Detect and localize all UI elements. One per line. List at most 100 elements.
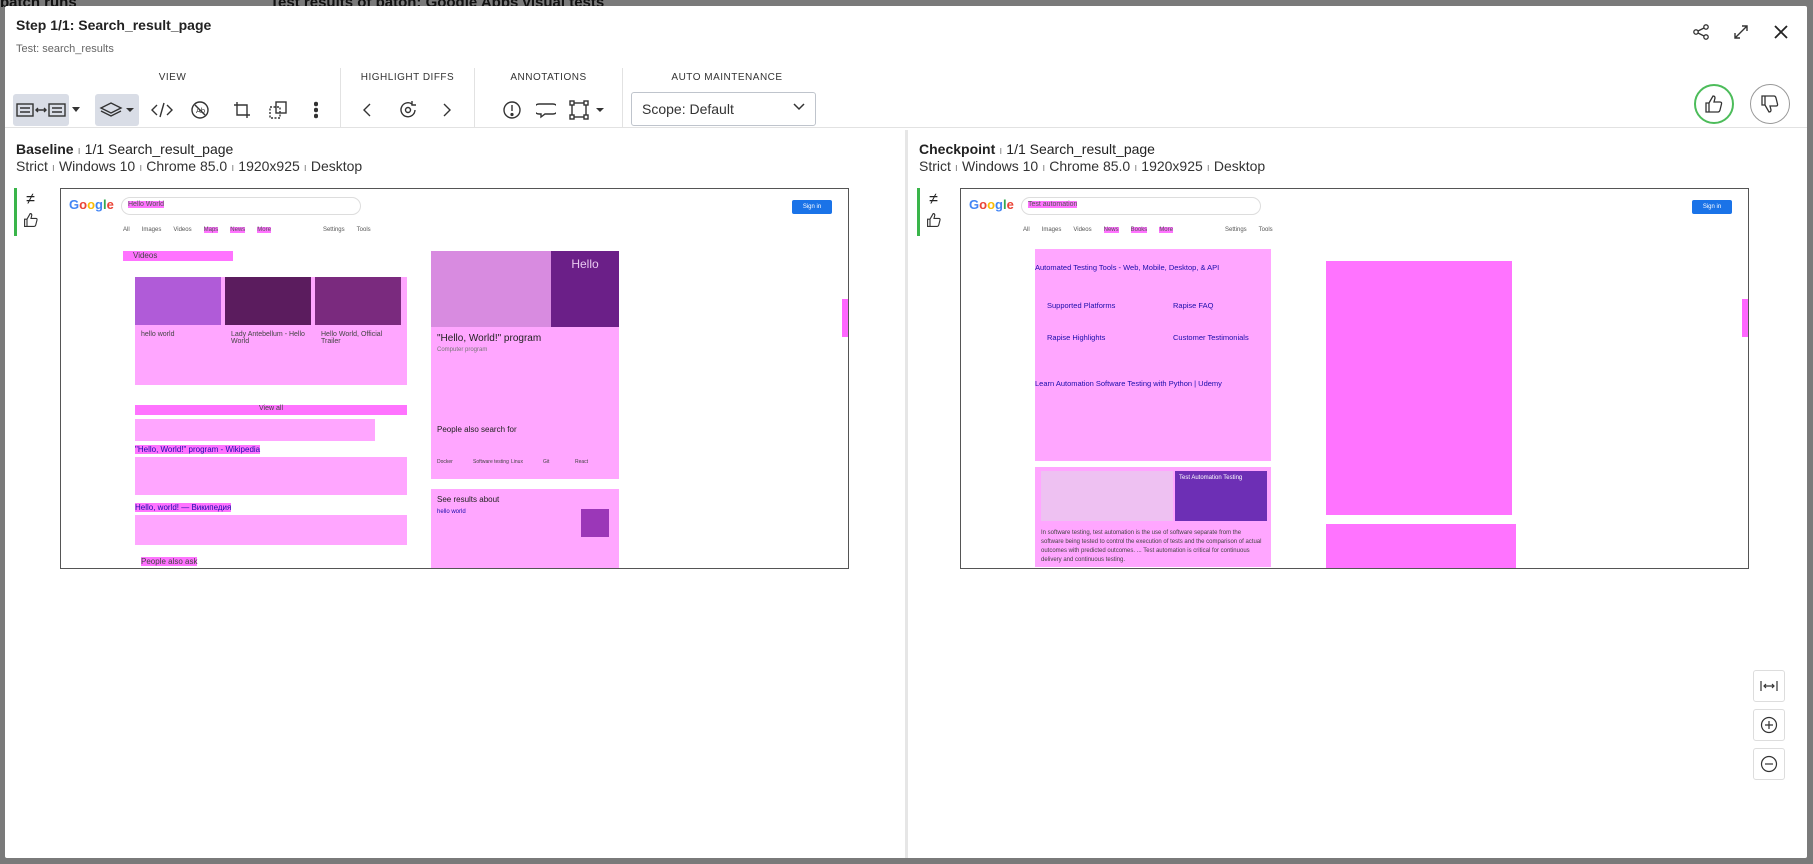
step-modal: Step 1/1: Search_result_page Test: searc…: [5, 6, 1807, 858]
ppl-docker: Docker: [437, 459, 453, 465]
baseline-pane: Baseline ı 1/1 Search_result_page Strict ı W…: [5, 130, 904, 858]
code-icon[interactable]: [147, 94, 177, 126]
sitelink-customer-testimonials: Customer Testimonials: [1173, 333, 1249, 342]
tab-more: More: [257, 227, 271, 233]
layers-button[interactable]: [95, 94, 139, 126]
ppl-git: Git: [543, 459, 550, 465]
compare-regions-icon[interactable]: [263, 94, 293, 126]
wiki-result-title: "Hello, World!" program - Wikipedia: [135, 445, 261, 454]
thumbs-down-icon: [1761, 95, 1779, 113]
tab-all: All: [1023, 227, 1030, 233]
header-actions: [1689, 20, 1793, 44]
screenshot-scrollbar[interactable]: [1742, 299, 1748, 337]
fit-width-button[interactable]: [1753, 670, 1785, 702]
side-by-side-button[interactable]: [13, 94, 69, 126]
checkpoint-step: 1/1 Search_result_page: [1006, 141, 1155, 157]
thumbs-up-icon[interactable]: [17, 212, 44, 236]
checkpoint-viewport: 1920x925: [1141, 158, 1203, 174]
video-thumb: [315, 277, 401, 325]
crop-icon[interactable]: [227, 94, 257, 126]
baseline-match: Strict: [16, 158, 48, 174]
remark-icon[interactable]: [533, 94, 559, 126]
not-equal-icon[interactable]: ≠: [17, 188, 44, 212]
annotations-label: ANNOTATIONS: [510, 72, 587, 83]
view-mode-chevron-icon[interactable]: [69, 94, 83, 126]
checkpoint-title-line: Checkpoint ı 1/1 Search_result_page: [919, 141, 1155, 157]
baseline-device: Desktop: [310, 158, 363, 174]
view-all-link: View all: [135, 405, 407, 415]
ru-snippet-diff: [135, 515, 407, 545]
checkpoint-screenshot[interactable]: Google Test automation Sign in All Image…: [960, 188, 1749, 569]
panel-image: [431, 251, 551, 327]
annotations-group: ANNOTATIONS: [475, 68, 623, 128]
scope-select[interactable]: Scope: Default: [631, 92, 816, 126]
scope-value: Scope: Default: [642, 101, 734, 117]
tab-images: Images: [141, 227, 162, 233]
diff-region: [135, 419, 375, 441]
expand-icon[interactable]: [1729, 20, 1753, 44]
checkpoint-match: Strict: [919, 158, 951, 174]
step-title: Step 1/1: Search_result_page: [16, 17, 212, 33]
accept-button[interactable]: [1694, 84, 1734, 124]
google-logo: Google: [69, 197, 114, 212]
screenshot-scrollbar[interactable]: [842, 299, 848, 337]
thumbs-up-icon: [1705, 95, 1723, 113]
zoom-in-icon: [1760, 716, 1778, 734]
baseline-label: Baseline: [16, 141, 74, 157]
tab-news: News: [1103, 227, 1119, 233]
share-icon[interactable]: [1689, 20, 1713, 44]
google-logo: Google: [969, 197, 1014, 212]
wiki-snippet-diff: [135, 457, 407, 495]
tab-more: More: [1159, 227, 1173, 233]
more-options-icon[interactable]: [301, 94, 331, 126]
next-diff-icon[interactable]: [435, 94, 459, 126]
not-equal-icon[interactable]: ≠: [920, 188, 947, 212]
search-query: Test automation: [1028, 201, 1078, 208]
video-thumb: [225, 277, 311, 325]
search-query: Hello World: [128, 201, 165, 208]
auto-maintenance-label: AUTO MAINTENANCE: [671, 72, 783, 83]
accessibility-icon[interactable]: Ab: [185, 94, 215, 126]
see-results-about: See results about: [437, 495, 500, 504]
checkpoint-diff-toolbar: ≠: [917, 188, 947, 236]
search-box: Test automation: [1021, 197, 1261, 215]
knowledge-panel-diff: Hello "Hello, World!" program Computer p…: [431, 251, 619, 479]
baseline-screenshot[interactable]: Google Hello World Sign in All Images Vi…: [60, 188, 849, 569]
tab-books: Books: [1130, 227, 1148, 233]
tab-settings: Settings: [1224, 227, 1247, 233]
checkpoint-browser: Chrome 85.0: [1049, 158, 1131, 174]
thumbs-up-icon[interactable]: [920, 212, 947, 236]
people-also-ask: People also ask: [141, 557, 198, 566]
sign-in-button: Sign in: [1692, 200, 1732, 214]
previous-diff-icon[interactable]: [355, 94, 379, 126]
ppl-react: React: [575, 459, 589, 465]
zoom-in-button[interactable]: [1753, 709, 1785, 741]
video1-title: hello world: [141, 331, 175, 338]
ppl-software-testing: Software testing: [473, 459, 509, 465]
view-group: VIEW Ab: [5, 68, 341, 128]
close-icon[interactable]: [1769, 20, 1793, 44]
video-carousel-diff: hello world Lady Antebellum - Hello Worl…: [135, 277, 407, 385]
image-strip-diff: Test Automation Testing In software test…: [1035, 467, 1271, 567]
region-tool-button[interactable]: [567, 94, 609, 126]
people-also-search: People also search for: [437, 425, 517, 434]
tab-tools: Tools: [1258, 227, 1273, 233]
modal-header: Step 1/1: Search_result_page Test: searc…: [5, 6, 1807, 62]
checkpoint-pane: Checkpoint ı 1/1 Search_result_page Strict…: [905, 130, 1807, 858]
zoom-out-button[interactable]: [1753, 748, 1785, 780]
sign-in-button: Sign in: [792, 200, 832, 214]
highlight-diffs-icon[interactable]: [393, 94, 423, 126]
reject-button[interactable]: [1750, 84, 1790, 124]
image-banner: Test Automation Testing: [1175, 471, 1267, 521]
videos-heading: Videos: [123, 251, 233, 261]
issue-icon[interactable]: [499, 94, 525, 126]
tab-images: Images: [1041, 227, 1062, 233]
ppl-linux: Linux: [511, 459, 523, 465]
chevron-down-icon: [793, 103, 805, 111]
ad1-diff: Automated Testing Tools - Web, Mobile, D…: [1035, 249, 1271, 461]
checkpoint-meta: Strict ı Windows 10 ı Chrome 85.0 ı 1920x925 ı D…: [919, 158, 1266, 174]
featured-snippet: In software testing, test automation is …: [1041, 530, 1262, 563]
svg-text:Ab: Ab: [196, 107, 206, 115]
ad1-title: Automated Testing Tools - Web, Mobile, D…: [1035, 263, 1220, 272]
toolbar: VIEW Ab HIGHLIGHT DIFFS ANNOTATIONS AUTO…: [5, 68, 1807, 128]
